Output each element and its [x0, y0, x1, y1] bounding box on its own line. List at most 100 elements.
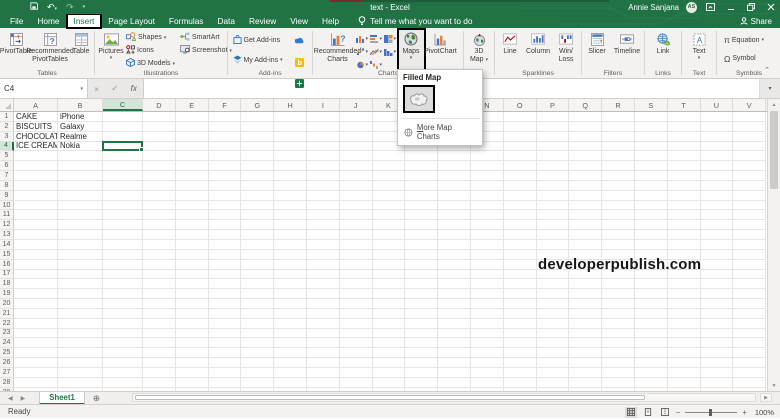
enter-check-icon[interactable]: ✓	[111, 83, 118, 94]
grid-cell[interactable]	[241, 141, 275, 152]
column-header-v[interactable]: V	[733, 99, 767, 111]
grid-cell[interactable]	[569, 190, 603, 201]
avatar[interactable]: AS	[686, 1, 697, 13]
grid-cell[interactable]	[14, 269, 58, 280]
grid-cell[interactable]	[58, 279, 103, 290]
grid-cell[interactable]	[274, 318, 307, 329]
grid-cell[interactable]	[339, 200, 373, 211]
grid-cell[interactable]	[470, 328, 504, 339]
grid-cell[interactable]	[241, 358, 275, 368]
grid-cell[interactable]	[175, 318, 209, 329]
grid-cell[interactable]	[143, 318, 176, 329]
grid-cell[interactable]	[103, 279, 143, 290]
grid-cell[interactable]	[405, 220, 439, 231]
grid-cell[interactable]	[634, 220, 668, 231]
grid-cell[interactable]	[208, 348, 242, 359]
grid-cell[interactable]	[602, 328, 635, 339]
undo-button[interactable]: ↶▾	[47, 2, 57, 13]
grid-cell[interactable]	[306, 318, 340, 329]
more-map-charts-item[interactable]: More Map Charts	[398, 121, 482, 143]
grid-cell[interactable]	[700, 289, 734, 300]
grid-cell[interactable]	[208, 279, 242, 290]
grid-cell[interactable]	[700, 180, 734, 191]
grid-cell[interactable]	[602, 348, 635, 359]
grid-cell[interactable]	[438, 377, 471, 388]
grid-cell[interactable]	[405, 318, 439, 329]
select-all-corner[interactable]	[0, 99, 14, 111]
grid-cell[interactable]	[143, 377, 176, 388]
grid-cell[interactable]	[438, 328, 471, 339]
grid-cell[interactable]	[208, 328, 242, 339]
grid-cell[interactable]	[274, 190, 307, 201]
grid-cell[interactable]	[14, 259, 58, 270]
grid-cell[interactable]	[503, 308, 537, 319]
grid-cell[interactable]	[103, 210, 143, 221]
grid-cell[interactable]	[103, 299, 143, 309]
grid-cell[interactable]	[700, 161, 734, 172]
grid-cell[interactable]	[602, 279, 635, 290]
grid-cell[interactable]	[306, 151, 340, 162]
cancel-icon[interactable]: ×	[94, 84, 99, 94]
grid-cell[interactable]	[14, 200, 58, 211]
grid-cell[interactable]	[438, 161, 471, 172]
grid-cell[interactable]	[470, 299, 504, 309]
grid-cell[interactable]	[14, 151, 58, 162]
grid-cell[interactable]	[208, 131, 242, 142]
grid-cell[interactable]	[339, 230, 373, 240]
grid-cell[interactable]	[733, 338, 767, 349]
grid-cell[interactable]	[503, 358, 537, 368]
grid-cell[interactable]	[438, 249, 471, 260]
grid-cell[interactable]	[103, 358, 143, 368]
grid-cell[interactable]	[700, 377, 734, 388]
grid-cell[interactable]	[503, 220, 537, 231]
grid-cell[interactable]	[536, 318, 570, 329]
grid-cell[interactable]	[14, 180, 58, 191]
grid-cell[interactable]	[569, 151, 603, 162]
grid-cell[interactable]	[733, 377, 767, 388]
grid-cell[interactable]	[602, 318, 635, 329]
grid-cell[interactable]	[241, 259, 275, 270]
zoom-slider[interactable]	[685, 408, 738, 416]
grid-cell[interactable]	[143, 289, 176, 300]
grid-cell[interactable]	[700, 141, 734, 152]
grid-cell[interactable]	[372, 348, 406, 359]
grid-cell[interactable]	[405, 230, 439, 240]
grid-cell[interactable]	[700, 190, 734, 201]
grid-cell[interactable]	[503, 161, 537, 172]
grid-cell[interactable]	[175, 259, 209, 270]
grid-cell[interactable]	[143, 171, 176, 181]
grid-cell[interactable]	[602, 377, 635, 388]
grid-cell[interactable]	[569, 131, 603, 142]
grid-cell[interactable]	[438, 308, 471, 319]
grid-cell[interactable]	[372, 377, 406, 388]
grid-cell[interactable]	[700, 299, 734, 309]
grid-cell[interactable]	[241, 367, 275, 378]
grid-cell[interactable]	[634, 338, 668, 349]
text-button[interactable]: A Text ▾	[686, 29, 712, 70]
grid-cell[interactable]	[503, 180, 537, 191]
hierarchy-chart-button[interactable]: ▾	[383, 32, 398, 45]
grid-cell[interactable]	[405, 161, 439, 172]
grid-cell[interactable]	[241, 289, 275, 300]
grid-cell[interactable]	[602, 180, 635, 191]
grid-cell[interactable]	[700, 348, 734, 359]
column-header-s[interactable]: S	[635, 99, 668, 111]
grid-cell[interactable]	[634, 348, 668, 359]
grid-cell[interactable]	[569, 377, 603, 388]
grid-cell[interactable]	[175, 308, 209, 319]
grid-cell[interactable]	[241, 131, 275, 142]
grid-cell[interactable]	[143, 210, 176, 221]
grid-cell[interactable]	[339, 328, 373, 339]
grid-cell[interactable]	[208, 239, 242, 250]
grid-cell[interactable]	[602, 161, 635, 172]
3d-map-button[interactable]: 3D Map ▾	[465, 29, 493, 70]
vertical-scrollbar[interactable]: ▲ ▼	[767, 99, 780, 391]
grid-cell[interactable]	[602, 210, 635, 221]
grid-cell[interactable]	[58, 338, 103, 349]
share-button[interactable]: Share	[740, 15, 772, 27]
grid-cell[interactable]	[667, 220, 701, 231]
grid-cell[interactable]	[103, 289, 143, 300]
grid-cell[interactable]	[700, 112, 734, 122]
grid-cell[interactable]	[143, 230, 176, 240]
grid-cell[interactable]	[569, 299, 603, 309]
